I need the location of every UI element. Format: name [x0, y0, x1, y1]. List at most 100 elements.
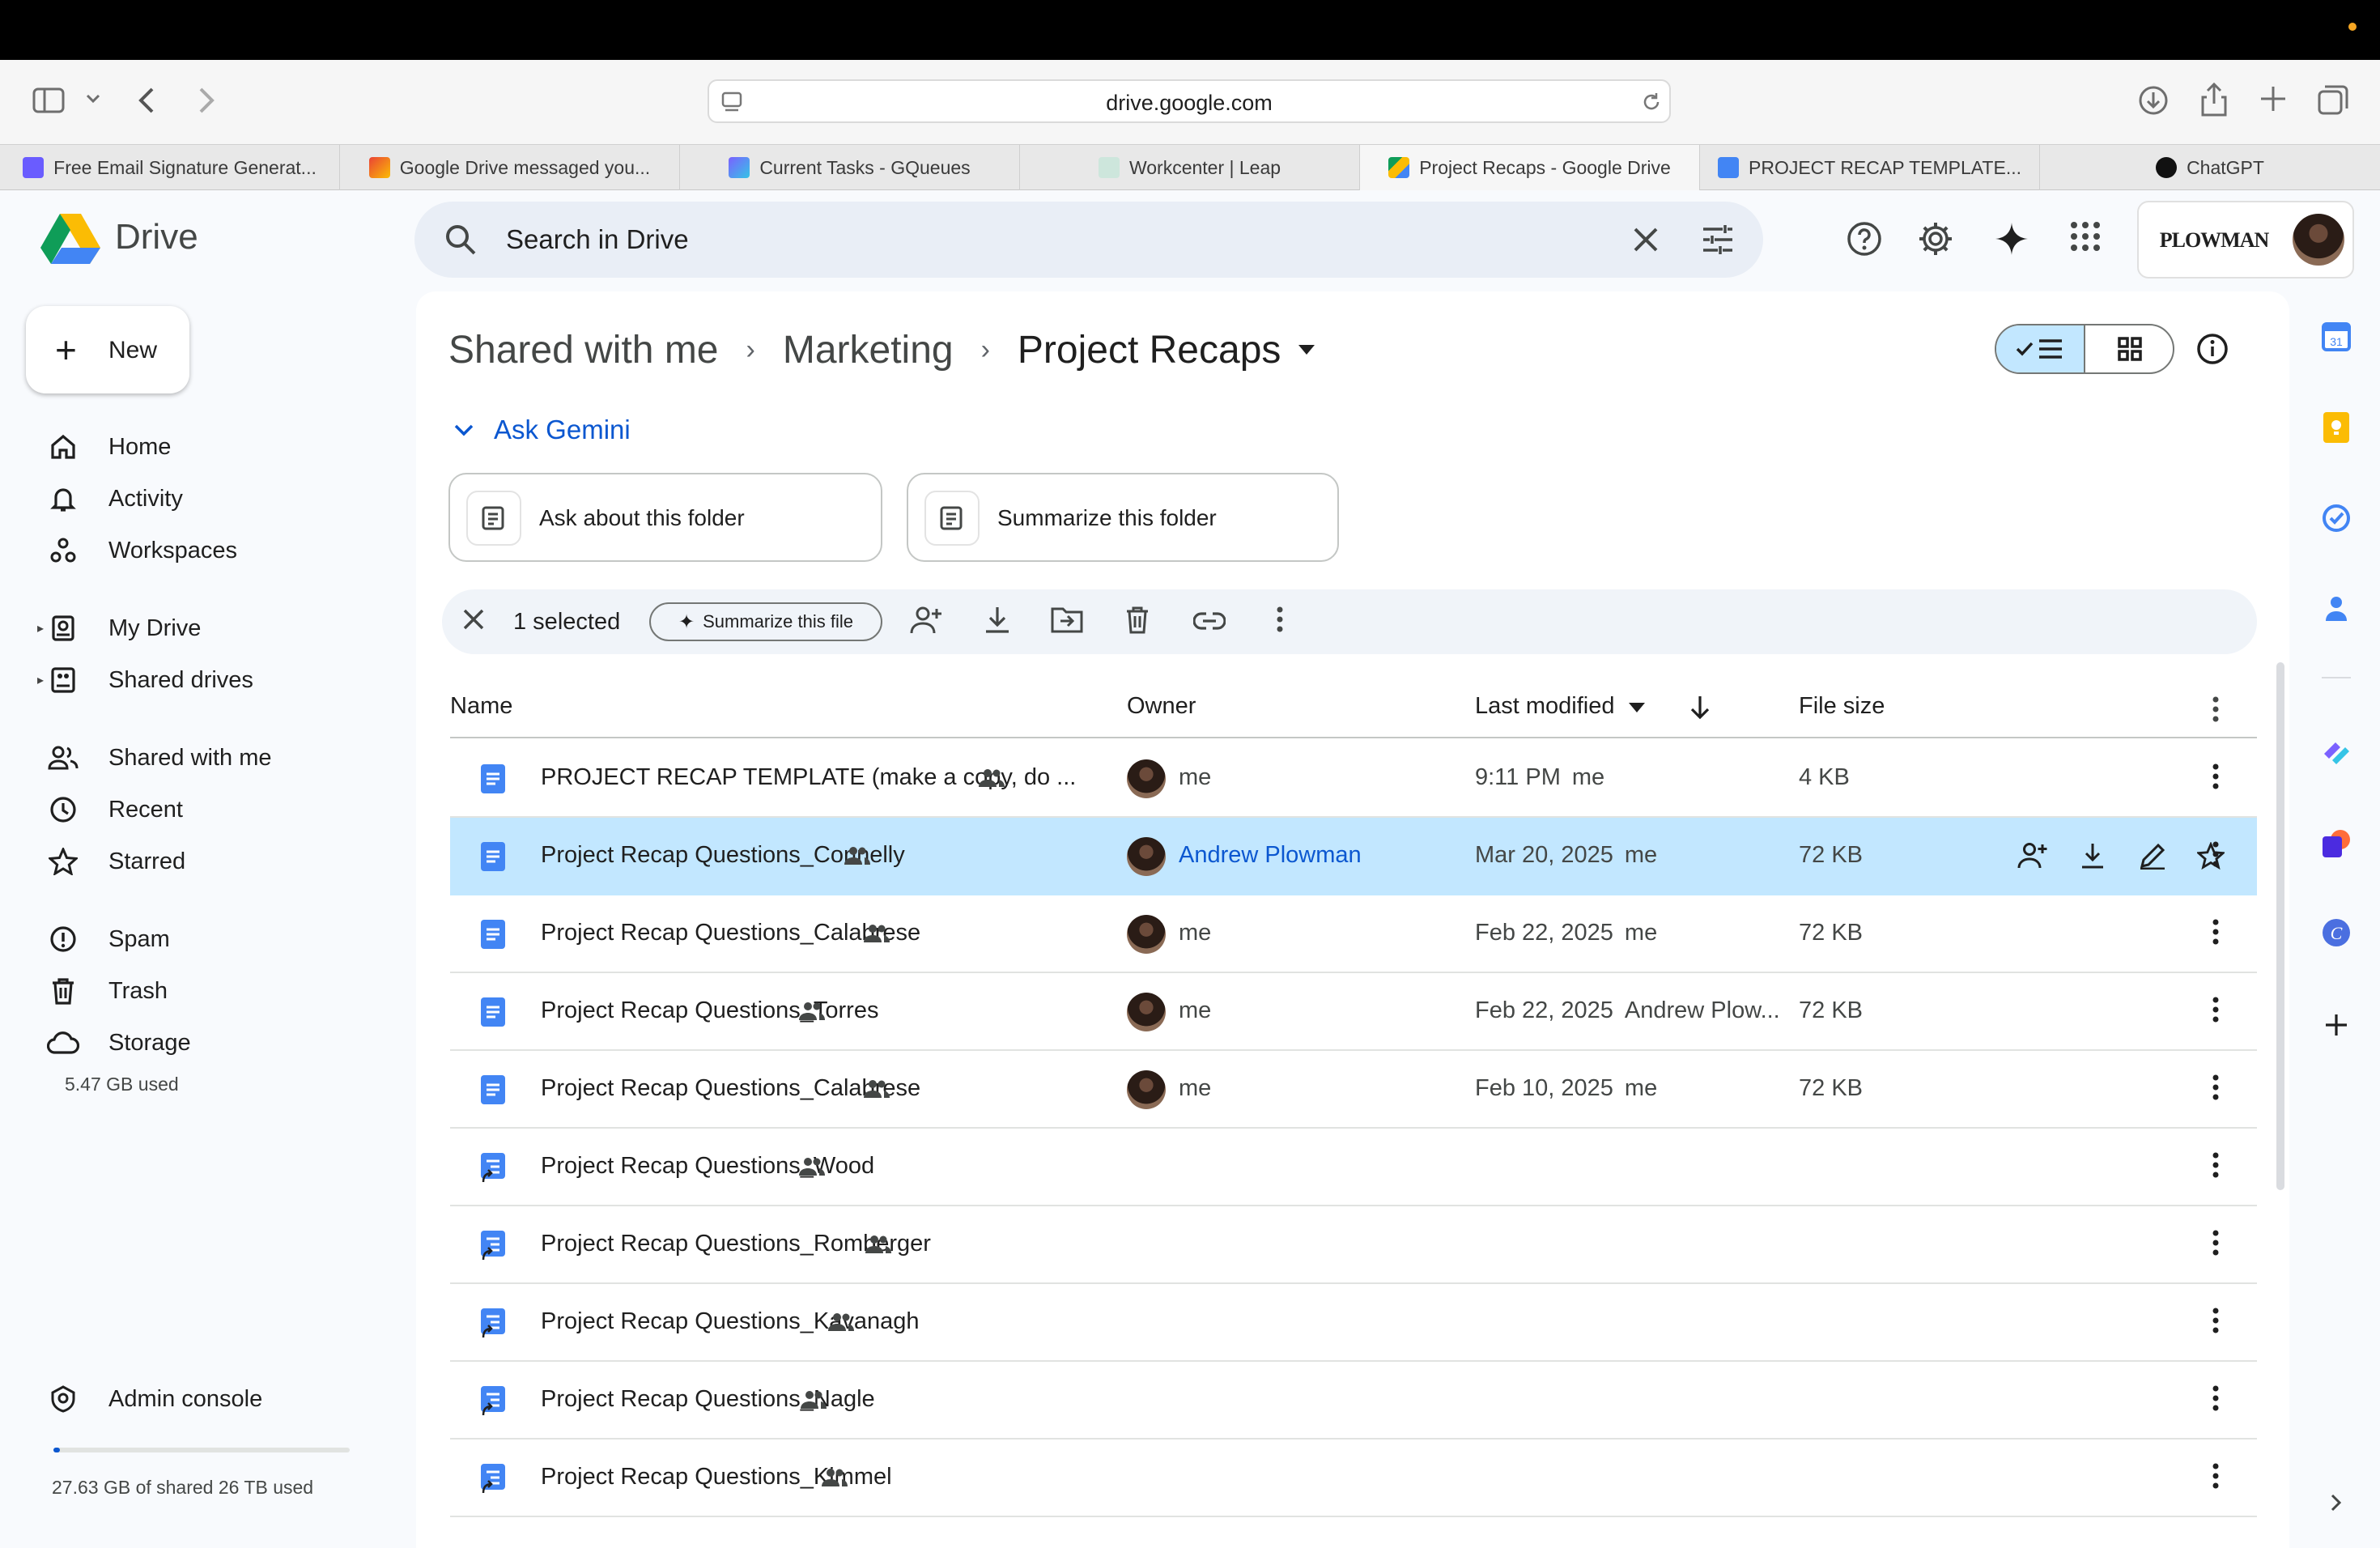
- gemini-sparkle-icon[interactable]: [1993, 220, 2030, 257]
- sidebar-item-my-drive[interactable]: ▸ My Drive: [37, 606, 201, 651]
- gqueues-addon-icon[interactable]: [2318, 734, 2354, 769]
- expand-panel-chevron-icon[interactable]: [2318, 1485, 2354, 1520]
- tasks-icon[interactable]: [2318, 500, 2354, 536]
- column-file-size[interactable]: File size: [1799, 693, 1885, 720]
- more-actions-icon[interactable]: [2212, 1151, 2220, 1179]
- expand-arrow-icon[interactable]: ▸: [37, 672, 44, 688]
- settings-gear-icon[interactable]: [1917, 220, 1954, 257]
- breadcrumb-shared-with-me[interactable]: Shared with me: [448, 328, 719, 372]
- downloads-icon[interactable]: [2137, 84, 2170, 117]
- summarize-file-button[interactable]: ✦ Summarize this file: [649, 602, 882, 641]
- share-person-add-icon[interactable]: [910, 606, 942, 635]
- addon-d-icon[interactable]: [2318, 826, 2354, 861]
- sidebar-item-trash[interactable]: Trash: [45, 968, 168, 1014]
- ask-about-folder-card[interactable]: Ask about this folder: [448, 473, 882, 562]
- share-icon[interactable]: [2200, 81, 2228, 117]
- search-bar[interactable]: Search in Drive: [414, 202, 1763, 278]
- table-row[interactable]: PROJECT RECAP TEMPLATE (make a copy, do …: [450, 740, 2257, 818]
- column-owner[interactable]: Owner: [1127, 693, 1196, 720]
- breadcrumb-current-folder[interactable]: Project Recaps: [1018, 328, 1281, 372]
- tab-recap-template[interactable]: PROJECT RECAP TEMPLATE...: [1700, 145, 2040, 190]
- table-row[interactable]: Project Recap Questions_Wood: [450, 1129, 2257, 1206]
- star-icon[interactable]: [2197, 842, 2225, 870]
- sort-direction-arrow-icon[interactable]: [1689, 695, 1711, 721]
- more-actions-icon[interactable]: [2212, 1384, 2220, 1412]
- new-tab-icon[interactable]: [2259, 84, 2288, 113]
- sidebar-toggle-icon[interactable]: [32, 87, 65, 113]
- share-person-add-icon[interactable]: [2017, 842, 2048, 870]
- tab-leap[interactable]: Workcenter | Leap: [1020, 145, 1360, 190]
- column-name[interactable]: Name: [450, 693, 512, 720]
- folder-menu-dropdown-icon[interactable]: [1298, 345, 1315, 355]
- address-bar[interactable]: drive.google.com: [708, 79, 1671, 123]
- sidebar-item-home[interactable]: Home: [45, 424, 171, 470]
- sidebar-item-recent[interactable]: Recent: [45, 787, 183, 832]
- reload-icon[interactable]: [1640, 91, 1663, 113]
- scrollbar[interactable]: [2276, 662, 2284, 1190]
- add-addon-icon[interactable]: [2318, 1007, 2354, 1043]
- more-actions-icon[interactable]: [2212, 1462, 2220, 1490]
- table-row[interactable]: Project Recap Questions_Torres me Feb 22, …: [450, 973, 2257, 1051]
- summarize-folder-card[interactable]: Summarize this folder: [907, 473, 1339, 562]
- search-input[interactable]: Search in Drive: [506, 224, 689, 255]
- more-actions-icon[interactable]: [2212, 996, 2220, 1023]
- tab-overview-icon[interactable]: [2317, 84, 2349, 115]
- file-name[interactable]: Project Recap Questions_Torres: [541, 997, 878, 1024]
- download-icon[interactable]: [984, 606, 1010, 635]
- tab-email-signature[interactable]: Free Email Signature Generat...: [0, 145, 340, 190]
- file-name[interactable]: Project Recap Questions_Kavanagh: [541, 1308, 920, 1335]
- search-options-icon[interactable]: [1702, 224, 1734, 255]
- help-icon[interactable]: [1846, 220, 1883, 257]
- addon-c-icon[interactable]: C: [2318, 915, 2354, 950]
- table-row[interactable]: Project Recap Questions_Connelly Andrew P…: [450, 818, 2257, 895]
- sidebar-item-shared-drives[interactable]: ▸ Shared drives: [37, 657, 253, 703]
- column-last-modified[interactable]: Last modified: [1475, 693, 1615, 720]
- account-avatar[interactable]: [2293, 214, 2344, 266]
- copy-link-icon[interactable]: [1193, 609, 1226, 633]
- keep-icon[interactable]: [2318, 410, 2354, 445]
- forward-icon[interactable]: [196, 86, 215, 115]
- breadcrumb-marketing[interactable]: Marketing: [783, 328, 954, 372]
- table-row[interactable]: Project Recap Questions_Kimmel: [450, 1440, 2257, 1517]
- table-row[interactable]: Project Recap Questions_Kavanagh: [450, 1284, 2257, 1362]
- back-icon[interactable]: [138, 86, 157, 115]
- new-button[interactable]: + New: [26, 306, 189, 393]
- sort-dropdown-icon[interactable]: [1629, 703, 1645, 712]
- more-actions-icon[interactable]: [2212, 918, 2220, 946]
- tab-gmail[interactable]: Google Drive messaged you...: [340, 145, 680, 190]
- trash-icon[interactable]: [1125, 606, 1150, 635]
- more-actions-icon[interactable]: [2212, 840, 2220, 868]
- clear-search-icon[interactable]: [1632, 226, 1660, 253]
- table-row[interactable]: Project Recap Questions_Romberger: [450, 1206, 2257, 1284]
- sidebar-item-workspaces[interactable]: Workspaces: [45, 528, 237, 573]
- tab-gqueues[interactable]: Current Tasks - GQueues: [680, 145, 1020, 190]
- rename-pencil-icon[interactable]: [2139, 842, 2166, 870]
- sidebar-item-starred[interactable]: Starred: [45, 839, 185, 884]
- list-view-button[interactable]: [1996, 325, 2085, 372]
- move-to-folder-icon[interactable]: [1051, 606, 1083, 633]
- clear-selection-icon[interactable]: [461, 607, 486, 632]
- more-actions-icon[interactable]: [2212, 1229, 2220, 1257]
- sidebar-item-shared-with-me[interactable]: Shared with me: [45, 735, 272, 780]
- column-options-icon[interactable]: [2212, 696, 2220, 722]
- tab-chatgpt[interactable]: ChatGPT: [2040, 145, 2380, 190]
- more-actions-icon[interactable]: [2212, 763, 2220, 790]
- download-icon[interactable]: [2080, 842, 2105, 870]
- sidebar-item-spam[interactable]: Spam: [45, 916, 170, 962]
- table-row[interactable]: Project Recap Questions_Calabrese me Feb 2…: [450, 895, 2257, 973]
- sidebar-item-activity[interactable]: Activity: [45, 476, 183, 521]
- expand-arrow-icon[interactable]: ▸: [37, 620, 44, 636]
- ask-gemini-toggle[interactable]: Ask Gemini: [453, 415, 631, 445]
- chevron-down-icon[interactable]: [86, 94, 100, 104]
- contacts-icon[interactable]: [2318, 591, 2354, 627]
- sidebar-item-storage[interactable]: Storage: [45, 1020, 191, 1065]
- drive-logo-icon[interactable]: [40, 212, 100, 264]
- apps-grid-icon[interactable]: [2069, 220, 2102, 253]
- search-icon[interactable]: [444, 223, 478, 257]
- info-icon[interactable]: [2195, 332, 2229, 366]
- grid-view-button[interactable]: [2085, 325, 2173, 372]
- sidebar-item-admin-console[interactable]: Admin console: [45, 1376, 262, 1422]
- more-actions-icon[interactable]: [2212, 1307, 2220, 1334]
- tab-project-recaps[interactable]: Project Recaps - Google Drive: [1360, 145, 1700, 190]
- calendar-icon[interactable]: 31: [2318, 319, 2354, 355]
